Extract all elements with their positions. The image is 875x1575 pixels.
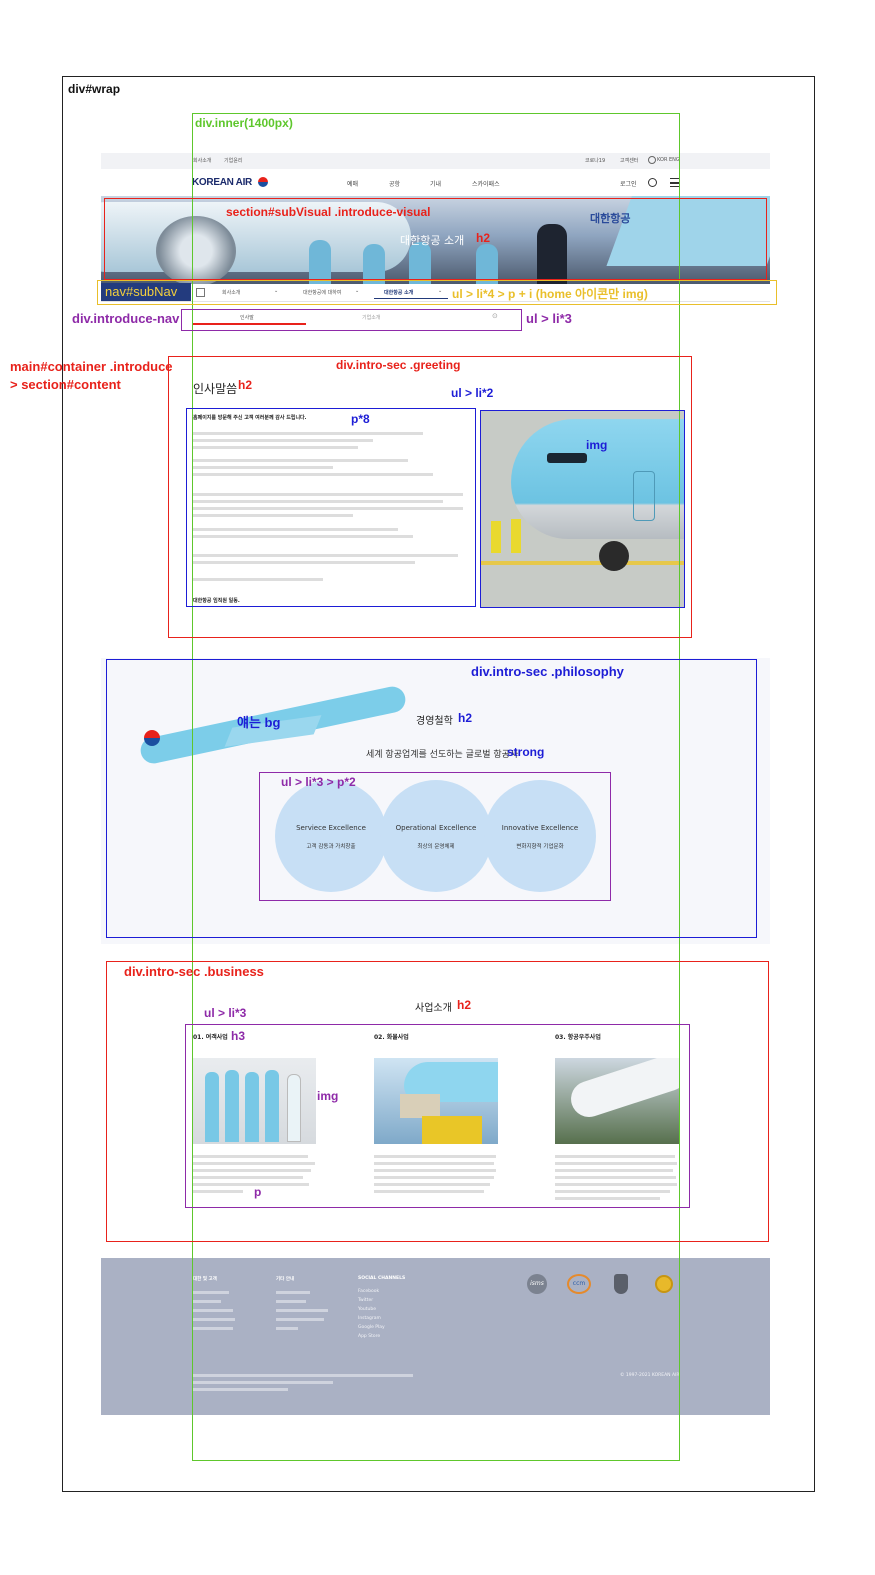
subvisual-label: section#subVisual .introduce-visual <box>226 205 431 219</box>
greeting-label: div.intro-sec .greeting <box>336 358 461 372</box>
business-h2-label: h2 <box>457 998 472 1012</box>
subnav-ul-label: ul > li*4 > p + i (home 아이콘만 img) <box>452 287 648 301</box>
introduce-nav-outline <box>181 309 522 331</box>
subnav-outline <box>97 280 777 305</box>
business-ul-outline <box>185 1024 690 1208</box>
main-container-label: main#container .introduce <box>10 359 173 374</box>
philosophy-ul-outline <box>259 772 611 901</box>
business-h3-label: h3 <box>231 1029 246 1043</box>
philosophy-label: div.intro-sec .philosophy <box>471 664 624 679</box>
philosophy-h2-label: h2 <box>458 711 473 725</box>
business-ul-label: ul > li*3 <box>204 1006 247 1020</box>
greeting-text-outline <box>186 408 476 607</box>
greeting-img-label: img <box>586 438 608 452</box>
visual-h2-label: h2 <box>476 231 491 245</box>
inner-label: div.inner(1400px) <box>195 116 293 130</box>
wrap-label: div#wrap <box>68 82 121 96</box>
subnav-label: nav#subNav <box>105 284 178 299</box>
greeting-ul-label: ul > li*2 <box>451 386 494 400</box>
business-img-label: img <box>317 1089 339 1103</box>
business-label: div.intro-sec .business <box>124 964 264 979</box>
philosophy-ul-label: ul > li*3 > p*2 <box>281 775 356 789</box>
subvisual-outline <box>104 198 767 280</box>
philosophy-bg-label: 얘는 bg <box>237 715 281 730</box>
greeting-image-outline <box>480 410 685 608</box>
greeting-p-label: p*8 <box>351 412 370 426</box>
business-p-label: p <box>254 1185 262 1199</box>
introduce-ul-label: ul > li*3 <box>526 311 572 326</box>
greeting-h2-label: h2 <box>238 378 253 392</box>
main-content-label: > section#content <box>10 377 121 392</box>
philosophy-strong-label: strong <box>507 745 545 759</box>
introduce-nav-label: div.introduce-nav <box>72 311 180 326</box>
